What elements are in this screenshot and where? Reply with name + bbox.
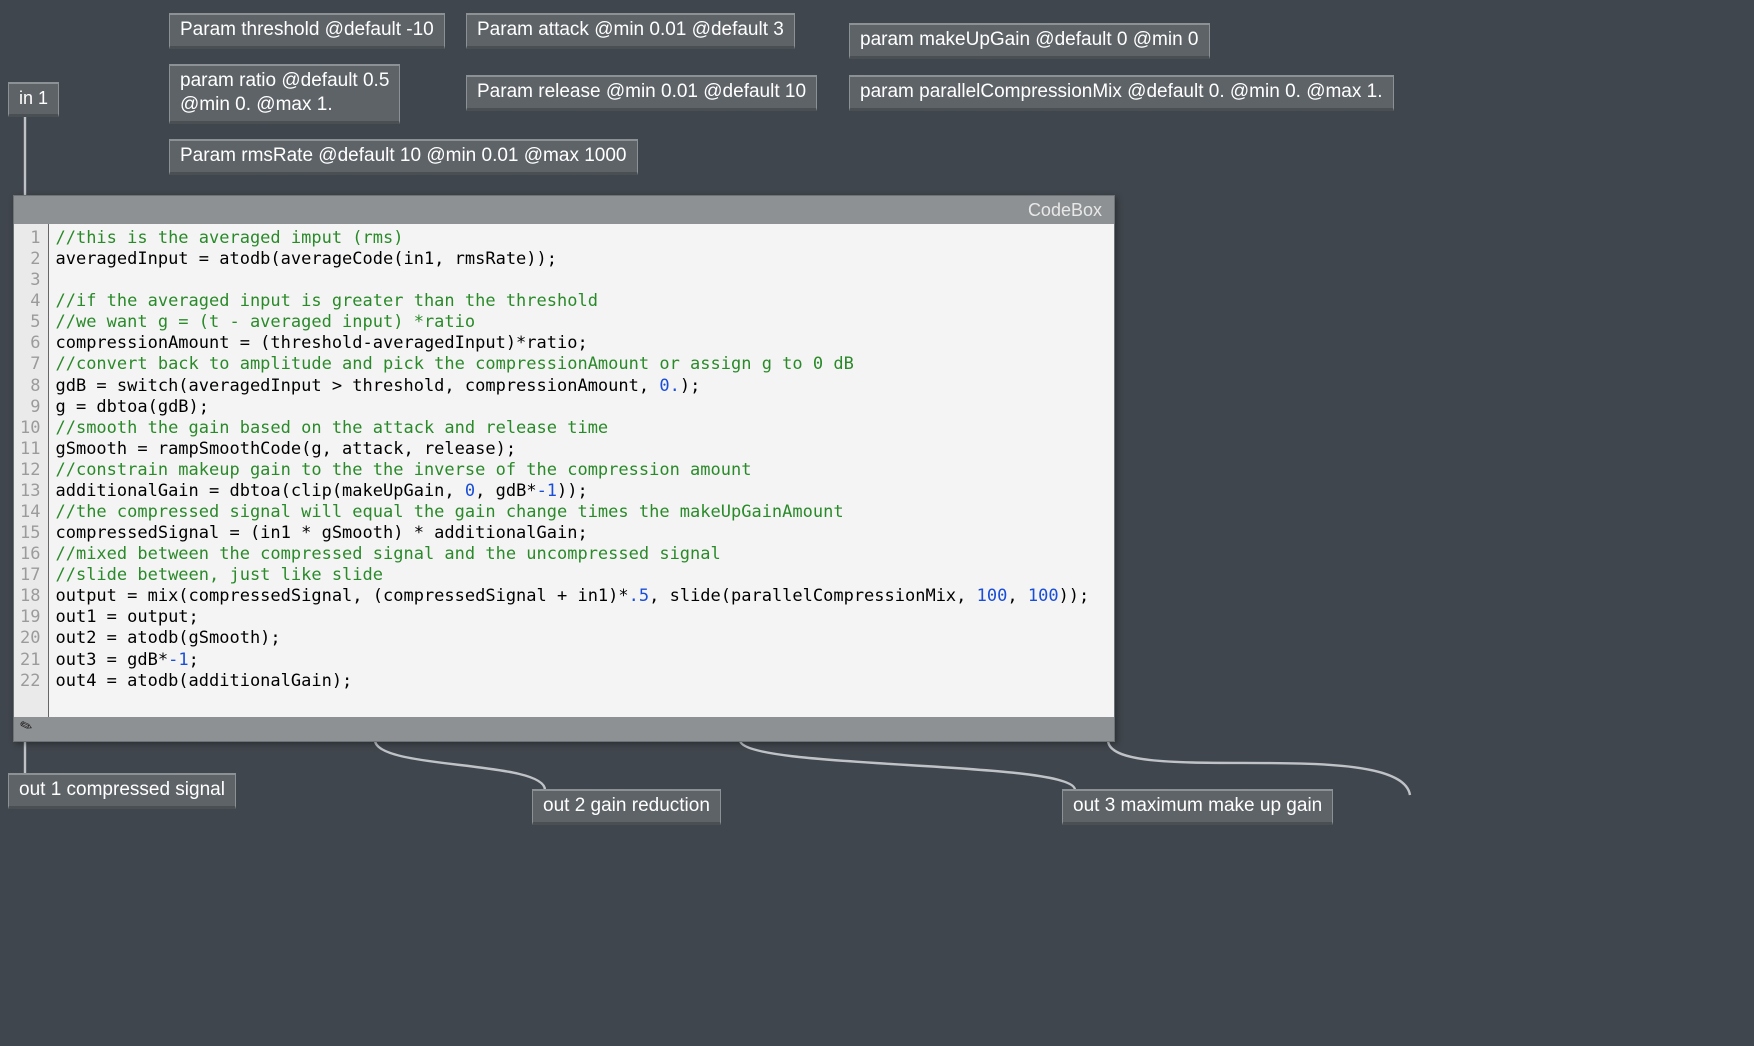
line-number: 4	[18, 291, 42, 312]
param-ratio-label: param ratio @default 0.5 @min 0. @max 1.	[169, 64, 400, 124]
codebox-code[interactable]: //this is the averaged imput (rms) avera…	[49, 224, 1114, 717]
outlet-1-node[interactable]: out 1 compressed signal	[8, 773, 236, 809]
codebox-footer: ✎	[14, 717, 1114, 739]
codebox-body: 12345678910111213141516171819202122 //th…	[14, 224, 1114, 717]
line-number: 6	[18, 333, 42, 354]
line-number: 16	[18, 544, 42, 565]
param-release-label: Param release @min 0.01 @default 10	[466, 75, 817, 111]
inlet-1-node[interactable]: in 1	[8, 82, 59, 117]
line-number: 2	[18, 249, 42, 270]
line-number: 13	[18, 481, 42, 502]
line-number: 22	[18, 671, 42, 692]
param-ratio-node[interactable]: param ratio @default 0.5 @min 0. @max 1.	[169, 64, 400, 124]
codebox-gutter: 12345678910111213141516171819202122	[14, 224, 49, 717]
param-attack-label: Param attack @min 0.01 @default 3	[466, 13, 795, 49]
outlet-1-label: out 1 compressed signal	[8, 773, 236, 809]
outlet-3-label: out 3 maximum make up gain	[1062, 789, 1333, 825]
line-number: 21	[18, 650, 42, 671]
param-parallelmix-label: param parallelCompressionMix @default 0.…	[849, 75, 1394, 111]
codebox-node[interactable]: CodeBox 12345678910111213141516171819202…	[13, 195, 1115, 742]
codebox-title: CodeBox	[14, 196, 1114, 224]
line-number: 8	[18, 376, 42, 397]
line-number: 11	[18, 439, 42, 460]
inlet-1-label: in 1	[8, 82, 59, 117]
line-number: 12	[18, 460, 42, 481]
line-number: 18	[18, 586, 42, 607]
param-threshold-node[interactable]: Param threshold @default -10	[169, 13, 445, 49]
param-parallelmix-node[interactable]: param parallelCompressionMix @default 0.…	[849, 75, 1394, 111]
line-number: 10	[18, 418, 42, 439]
line-number: 7	[18, 354, 42, 375]
param-makeupgain-node[interactable]: param makeUpGain @default 0 @min 0	[849, 23, 1210, 59]
line-number: 15	[18, 523, 42, 544]
param-rmsrate-label: Param rmsRate @default 10 @min 0.01 @max…	[169, 139, 638, 175]
param-attack-node[interactable]: Param attack @min 0.01 @default 3	[466, 13, 795, 49]
line-number: 14	[18, 502, 42, 523]
outlet-2-node[interactable]: out 2 gain reduction	[532, 789, 721, 825]
param-threshold-label: Param threshold @default -10	[169, 13, 445, 49]
param-rmsrate-node[interactable]: Param rmsRate @default 10 @min 0.01 @max…	[169, 139, 638, 175]
outlet-2-label: out 2 gain reduction	[532, 789, 721, 825]
outlet-3-node[interactable]: out 3 maximum make up gain	[1062, 789, 1333, 825]
patch-canvas[interactable]: in 1 Param threshold @default -10 Param …	[0, 0, 1754, 1046]
line-number: 19	[18, 607, 42, 628]
line-number: 9	[18, 397, 42, 418]
line-number: 17	[18, 565, 42, 586]
line-number: 1	[18, 228, 42, 249]
line-number: 5	[18, 312, 42, 333]
param-release-node[interactable]: Param release @min 0.01 @default 10	[466, 75, 817, 111]
line-number: 3	[18, 270, 42, 291]
param-makeupgain-label: param makeUpGain @default 0 @min 0	[849, 23, 1210, 59]
line-number: 20	[18, 628, 42, 649]
wand-icon[interactable]: ✎	[17, 715, 35, 736]
